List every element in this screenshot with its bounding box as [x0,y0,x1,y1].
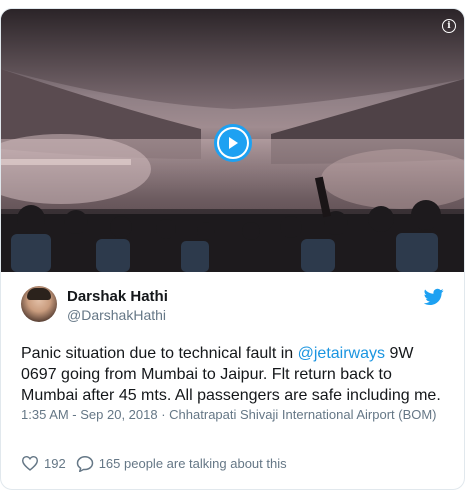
author-name[interactable]: Darshak Hathi [67,288,168,305]
play-button[interactable] [214,124,252,162]
reply-button[interactable]: 165 people are talking about this [76,455,287,472]
like-count: 192 [44,455,66,471]
tweet-actions: 192 165 people are talking about this [21,453,446,473]
location-link[interactable]: Chhatrapati Shivaji International Airpor… [169,407,436,422]
meta-separator: · [157,407,170,422]
timestamp-link[interactable]: 1:35 AM - Sep 20, 2018 [21,407,158,422]
mention-link[interactable]: @jetairways [298,345,385,362]
talking-count-text: 165 people are talking about this [98,455,287,471]
avatar[interactable] [21,286,57,322]
tweet-meta: 1:35 AM - Sep 20, 2018 · Chhatrapati Shi… [21,405,446,424]
like-button[interactable]: 192 [21,455,66,471]
tweet-text: Panic situation due to technical fault i… [21,343,446,406]
speech-bubble-icon [76,455,93,472]
info-icon[interactable]: i [442,19,456,33]
tweet-text-part: Panic situation due to technical fault i… [21,345,298,362]
bird-icon[interactable] [424,288,444,306]
video-preview[interactable]: i [1,9,464,272]
embedded-tweet-card[interactable]: i Darshak Hathi @DarshakHathi Panic situ… [0,8,465,490]
heart-icon [21,455,39,471]
play-icon [219,129,247,157]
tweet-author: Darshak Hathi @DarshakHathi [21,286,446,326]
author-handle[interactable]: @DarshakHathi [67,307,166,323]
